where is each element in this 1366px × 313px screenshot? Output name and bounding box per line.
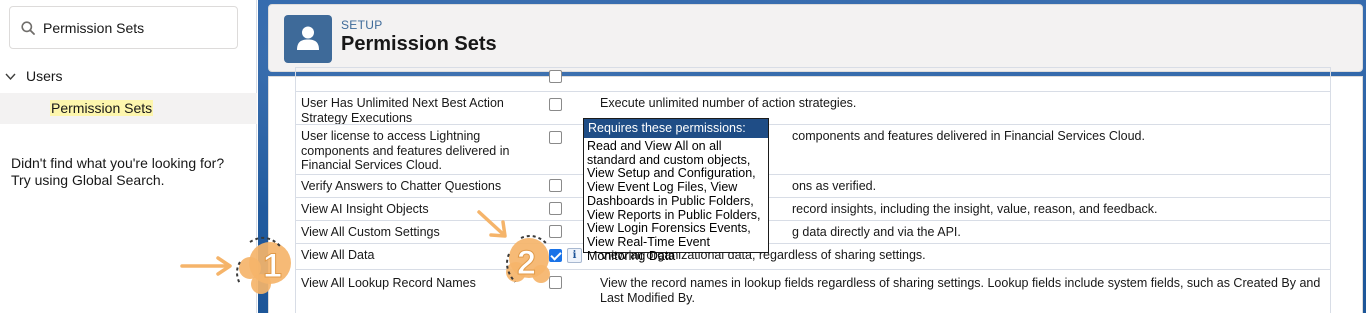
permission-description: g data directly and via the API. xyxy=(792,225,961,239)
quick-find-box[interactable] xyxy=(9,6,238,49)
table-row: View All Data i View all organizational … xyxy=(295,243,1331,269)
tooltip-heading: Requires these permissions: xyxy=(584,119,768,138)
permission-description: record insights, including the insight, … xyxy=(792,202,1158,216)
permission-name: User license to access Lightning compone… xyxy=(301,129,510,172)
info-icon[interactable]: i xyxy=(567,248,582,263)
table-row: View AI Insight Objects record insights,… xyxy=(295,197,1331,220)
not-found-line-1: Didn't find what you're looking for? xyxy=(11,155,225,171)
main-content: SETUP Permission Sets User Has Unlimited… xyxy=(258,0,1366,313)
annotation-number-1: 1 xyxy=(263,247,282,285)
user-icon xyxy=(284,15,332,63)
permission-name: User Has Unlimited Next Best Action Stra… xyxy=(301,96,504,125)
arrow-right-icon xyxy=(180,256,232,276)
chevron-down-icon[interactable] xyxy=(5,71,16,82)
table-row: User license to access Lightning compone… xyxy=(295,124,1331,174)
permission-description: Execute unlimited number of action strat… xyxy=(600,96,857,110)
quick-find-input[interactable] xyxy=(43,15,231,41)
nav-item-label: Permission Sets xyxy=(50,100,154,116)
annotation-marker-2: 2 xyxy=(477,210,550,283)
permission-checkbox[interactable] xyxy=(549,179,562,192)
permission-name: Verify Answers to Chatter Questions xyxy=(301,179,502,193)
tooltip-body: Read and View All on all standard and cu… xyxy=(587,139,761,263)
permission-checkbox[interactable] xyxy=(549,131,562,144)
nav-section-label: Users xyxy=(26,68,63,84)
table-row: View All Lookup Record Names View the re… xyxy=(295,269,1331,313)
not-found-message: Didn't find what you're looking for? Try… xyxy=(11,155,224,189)
arrow-down-right-icon xyxy=(477,210,507,238)
permission-checkbox[interactable] xyxy=(549,70,562,83)
not-found-line-2: Try using Global Search. xyxy=(11,172,165,188)
permission-description: ons as verified. xyxy=(792,179,877,193)
table-row: User Has Unlimited Next Best Action Stra… xyxy=(295,91,1331,125)
header-eyebrow: SETUP xyxy=(341,18,383,32)
permission-description: components and features delivered in Fin… xyxy=(792,129,1145,143)
required-permissions-tooltip: Requires these permissions: Read and Vie… xyxy=(583,118,769,262)
permission-description: View the record names in lookup fields r… xyxy=(600,276,1321,305)
table-row xyxy=(295,67,1331,91)
table-row: View All Custom Settings g data directly… xyxy=(295,220,1331,243)
permission-checkbox[interactable] xyxy=(549,98,562,111)
page-header: SETUP Permission Sets xyxy=(268,4,1363,72)
permissions-panel: User Has Unlimited Next Best Action Stra… xyxy=(268,67,1363,313)
table-row: Verify Answers to Chatter Questions ons … xyxy=(295,174,1331,197)
annotation-marker-1: 1 xyxy=(180,236,291,294)
page-title: Permission Sets xyxy=(341,33,497,55)
annotation-number-2: 2 xyxy=(517,244,536,282)
search-icon xyxy=(21,21,35,35)
nav-section-users[interactable]: Users xyxy=(0,66,257,88)
nav-item-permission-sets[interactable]: Permission Sets xyxy=(0,93,257,124)
